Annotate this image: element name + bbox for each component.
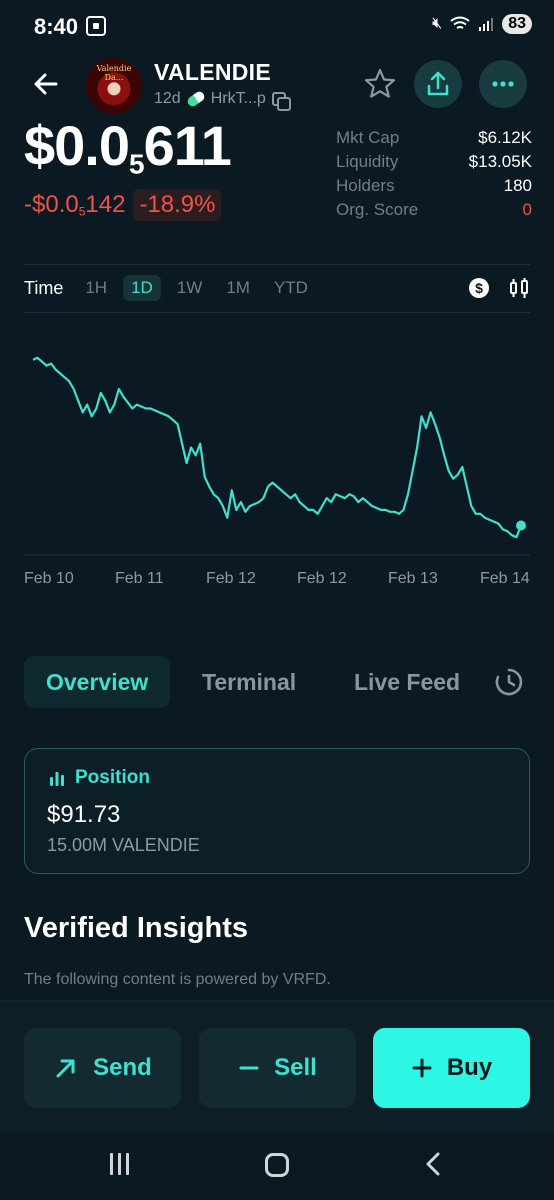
share-icon (427, 71, 449, 96)
insights-subtitle: The following content is powered by VRFD… (24, 971, 331, 988)
stat-label: Holders (336, 176, 395, 195)
timeframe-ytd[interactable]: YTD (266, 275, 316, 301)
status-bar: 8:40 🔇︎ 83 (0, 0, 554, 52)
current-price-dot (516, 520, 526, 531)
stat-liquidity: Liquidity $13.05K (336, 150, 532, 174)
action-bar: Send Sell Buy (0, 1000, 554, 1131)
timeframe-label: Time (24, 277, 64, 298)
avatar-text: Valendie Da... (96, 64, 132, 82)
x-tick-label: Feb 14 (480, 570, 530, 587)
bar-chart-icon (50, 772, 64, 786)
x-tick-label: Feb 13 (388, 570, 438, 587)
token-age: 12d (154, 90, 181, 107)
home-icon[interactable] (265, 1153, 289, 1177)
send-label: Send (93, 1054, 152, 1081)
position-value: $91.73 (47, 801, 121, 828)
buy-label: Buy (446, 1054, 493, 1081)
more-button[interactable] (479, 60, 527, 108)
sell-button[interactable]: Sell (199, 1028, 356, 1108)
pill-icon (185, 89, 206, 109)
token-header: Valendie Da... VALENDIE 12d HrkT...p (0, 52, 554, 118)
price-chart[interactable] (0, 330, 554, 570)
copy-icon[interactable] (271, 92, 291, 111)
stat-mkt-cap: Mkt Cap $6.12K (336, 126, 532, 150)
token-meta: 12d HrkT...p (154, 89, 291, 111)
share-button[interactable] (414, 60, 462, 108)
minus-icon (239, 1066, 259, 1070)
plus-icon (412, 1058, 432, 1078)
history-icon[interactable] (493, 666, 525, 698)
divider (24, 312, 530, 313)
back-arrow-icon[interactable] (28, 66, 64, 102)
price-change-pct: -18.9% (133, 189, 222, 221)
timeframe-1w[interactable]: 1W (169, 275, 211, 301)
stat-holders: Holders 180 (336, 174, 532, 198)
price-series-line (32, 356, 523, 539)
timeframe-1h[interactable]: 1H (77, 275, 115, 301)
token-avatar: Valendie Da... (86, 58, 142, 114)
timeframe-selector: Time 1H 1D 1W 1M YTD (24, 274, 324, 302)
timeframe-1d[interactable]: 1D (123, 275, 161, 301)
current-price: $0.05611 (24, 114, 232, 180)
currency-toggle-icon[interactable]: $ (469, 278, 489, 298)
sell-label: Sell (274, 1054, 317, 1081)
divider (24, 264, 530, 265)
x-tick-label: Feb 11 (115, 570, 164, 587)
send-arrow-icon (56, 1059, 75, 1078)
mute-icon: 🔇︎ (432, 15, 443, 32)
content-tabs: Overview Terminal Live Feed (24, 656, 534, 708)
battery-icon: 83 (502, 14, 532, 34)
timeframe-1m[interactable]: 1M (218, 275, 258, 301)
insights-title: Verified Insights (24, 912, 248, 944)
stat-org-score: Org. Score 0 (336, 198, 532, 222)
stat-label: Mkt Cap (336, 128, 400, 147)
tab-terminal[interactable]: Terminal (202, 656, 296, 708)
stat-value: $13.05K (468, 152, 532, 171)
token-name: VALENDIE (154, 59, 271, 85)
buy-button[interactable]: Buy (373, 1028, 530, 1108)
stat-value: 180 (503, 176, 532, 195)
stat-value: 0 (522, 200, 532, 219)
wifi-icon (450, 16, 470, 29)
tab-overview[interactable]: Overview (24, 656, 171, 708)
position-title: Position (75, 767, 150, 788)
position-amount: 15.00M VALENDIE (47, 835, 200, 855)
token-address: HrkT...p (210, 90, 266, 107)
nav-back-icon[interactable] (423, 1151, 445, 1177)
x-tick-label: Feb 12 (297, 570, 347, 587)
price-change-row: -$0.05142 -18.9% (24, 189, 222, 221)
status-time: 8:40 (34, 14, 79, 39)
stat-label: Liquidity (336, 152, 399, 171)
candlestick-icon[interactable] (508, 277, 530, 299)
star-icon[interactable] (362, 66, 398, 102)
screenshot-icon (86, 16, 106, 36)
more-icon (492, 81, 514, 87)
position-card[interactable]: Position $91.73 15.00M VALENDIE (24, 748, 530, 874)
chart-x-axis: Feb 10 Feb 11 Feb 12 Feb 12 Feb 13 Feb 14 (0, 570, 554, 590)
x-tick-label: Feb 12 (206, 570, 256, 587)
token-stats: Mkt Cap $6.12K Liquidity $13.05K Holders… (336, 126, 532, 222)
recents-icon[interactable] (110, 1153, 134, 1175)
status-icons: 🔇︎ 83 (432, 14, 532, 34)
tab-live-feed[interactable]: Live Feed (354, 656, 460, 708)
system-nav-bar (0, 1131, 554, 1200)
x-tick-label: Feb 10 (24, 570, 74, 587)
send-button[interactable]: Send (24, 1028, 181, 1108)
price-change-abs: -$0.05142 (24, 191, 126, 219)
stat-value: $6.12K (478, 128, 532, 147)
stat-label: Org. Score (336, 200, 419, 219)
signal-icon (479, 18, 494, 31)
